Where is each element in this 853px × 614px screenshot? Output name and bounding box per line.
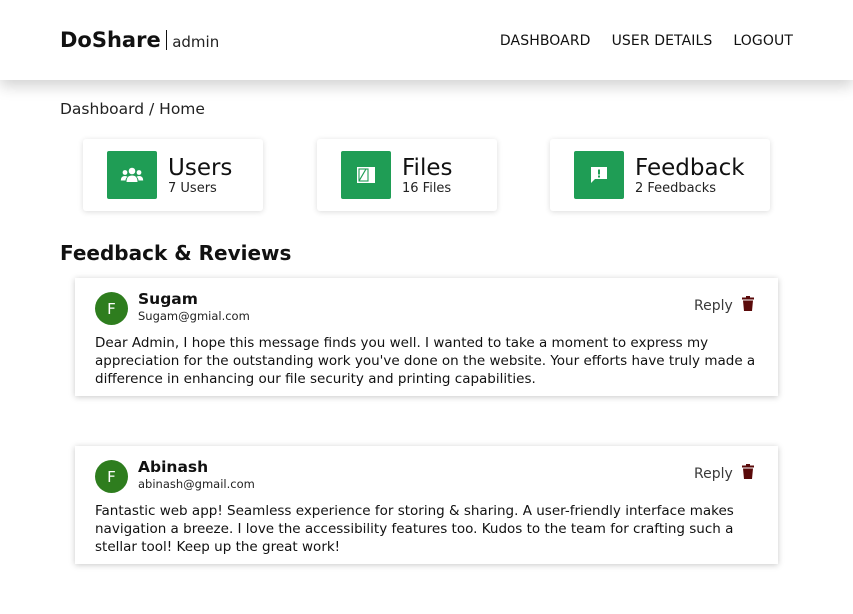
reviewer-email: abinash@gmail.com [138, 477, 255, 491]
stat-count-users: 7 Users [168, 180, 217, 196]
avatar: F [95, 292, 128, 325]
reviewer-name: Sugam [138, 290, 198, 308]
reply-button[interactable]: Reply [694, 466, 733, 482]
reviewer-name: Abinash [138, 458, 209, 476]
stat-title-feedback: Feedback [635, 154, 745, 181]
avatar: F [95, 460, 128, 493]
reply-button[interactable]: Reply [694, 298, 733, 314]
breadcrumb: Dashboard / Home [60, 100, 205, 118]
section-title: Feedback & Reviews [60, 241, 292, 265]
stat-card-files[interactable]: Files 16 Files [317, 139, 497, 211]
delete-trash-icon[interactable] [742, 296, 754, 315]
nav-dashboard-link[interactable]: DASHBOARD [500, 33, 591, 49]
stat-card-feedback[interactable]: Feedback 2 Feedbacks [550, 139, 770, 211]
review-message: Dear Admin, I hope this message finds yo… [95, 335, 756, 387]
stat-card-users[interactable]: Users 7 Users [83, 139, 263, 211]
review-card: F Sugam Sugam@gmial.com Reply Dear Admin… [75, 278, 778, 396]
nav-user-details-link[interactable]: USER DETAILS [612, 33, 713, 49]
review-message: Fantastic web app! Seamless experience f… [95, 503, 734, 555]
stat-title-files: Files [402, 154, 453, 181]
files-icon [341, 151, 391, 199]
brand-role: admin [172, 33, 220, 51]
brand-name: DoShare [60, 28, 161, 52]
stat-count-files: 16 Files [402, 180, 452, 196]
feedback-icon [574, 151, 624, 199]
nav-logout-link[interactable]: LOGOUT [733, 33, 793, 49]
review-card: F Abinash abinash@gmail.com Reply Fantas… [75, 446, 778, 564]
users-icon [107, 151, 157, 199]
delete-trash-icon[interactable] [742, 464, 754, 483]
brand[interactable]: DoShare admin [60, 28, 219, 52]
nav-menu: DASHBOARD USER DETAILS LOGOUT [500, 33, 793, 49]
reviewer-email: Sugam@gmial.com [138, 309, 250, 323]
stat-title-users: Users [168, 154, 233, 181]
top-navbar: DoShare admin DASHBOARD USER DETAILS LOG… [0, 0, 853, 80]
stat-count-feedback: 2 Feedbacks [635, 180, 717, 196]
brand-divider [165, 30, 168, 50]
